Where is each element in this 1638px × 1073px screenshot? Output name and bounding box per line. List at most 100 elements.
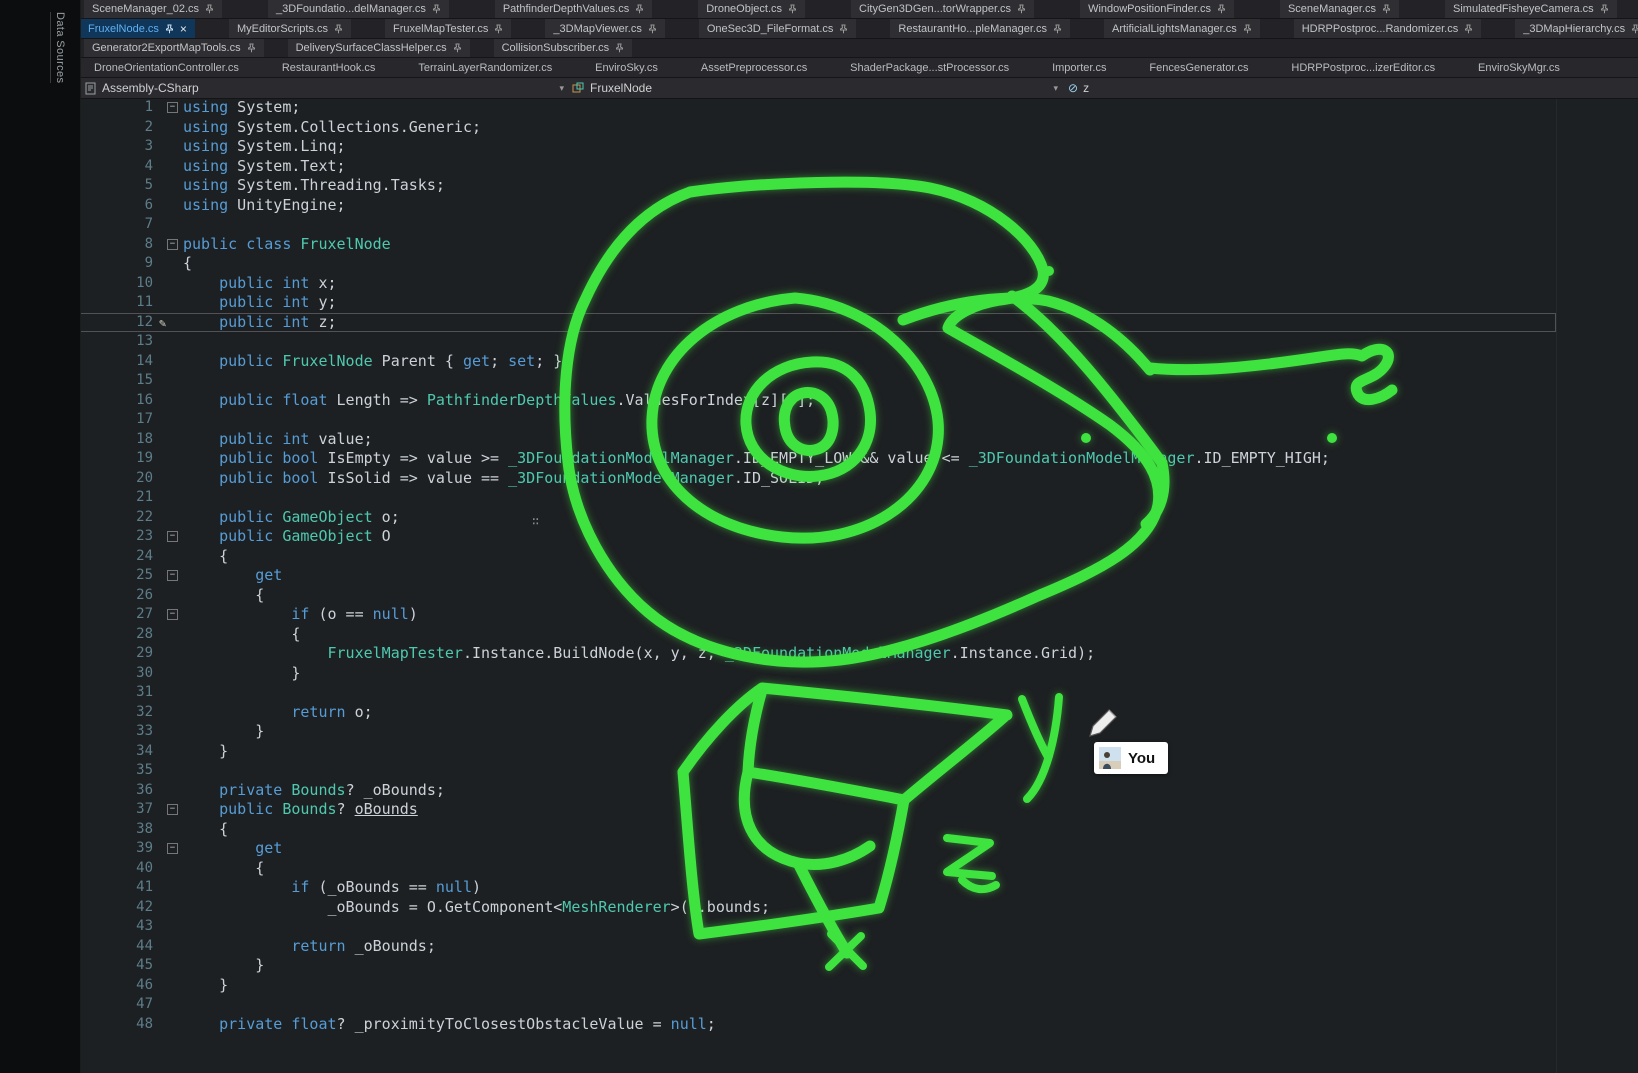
file-tab[interactable]: PathfinderDepthValues.cs [495, 0, 652, 18]
code-line[interactable]: 3using System.Linq; [80, 137, 1556, 157]
fold-collapse-icon[interactable]: − [167, 239, 178, 250]
code-line[interactable]: 29 FruxelMapTester.Instance.BuildNode(x,… [80, 644, 1556, 664]
file-tab-active[interactable]: FruxelNode.cs× [80, 19, 195, 38]
file-tab[interactable]: SimulatedFisheyeCamera.cs [1445, 0, 1617, 18]
code-line[interactable]: 40 { [80, 859, 1556, 879]
file-tab[interactable]: CollisionSubscriber.cs [494, 39, 633, 57]
pin-icon[interactable] [432, 4, 441, 14]
pin-icon[interactable] [247, 43, 256, 53]
pin-icon[interactable] [615, 43, 624, 53]
code-line[interactable]: 8−public class FruxelNode [80, 235, 1556, 255]
pin-icon[interactable] [1217, 4, 1226, 14]
code-line[interactable]: 30 } [80, 664, 1556, 684]
project-dropdown[interactable]: Assembly-CSharp ▾ [80, 81, 572, 95]
file-tab[interactable]: HDRPPostproc...Randomizer.cs [1294, 19, 1482, 38]
pin-icon[interactable] [1243, 24, 1252, 34]
fold-collapse-icon[interactable]: − [167, 609, 178, 620]
file-tab[interactable]: EnviroSkyMgr.cs [1470, 58, 1568, 77]
type-dropdown[interactable]: FruxelNode ▾ [572, 81, 1058, 95]
pin-icon[interactable] [1053, 24, 1062, 34]
file-tab[interactable]: MyEditorScripts.cs [229, 19, 351, 38]
code-line[interactable]: 9{ [80, 254, 1556, 274]
code-line[interactable]: 36 private Bounds? _oBounds; [80, 781, 1556, 801]
file-tab[interactable]: Generator2ExportMapTools.cs [84, 39, 264, 57]
pin-icon[interactable] [1017, 4, 1026, 14]
code-line[interactable]: 4using System.Text; [80, 157, 1556, 177]
file-tab[interactable]: DroneObject.cs [698, 0, 805, 18]
code-line[interactable]: 33 } [80, 722, 1556, 742]
pin-icon[interactable] [165, 24, 174, 34]
code-line[interactable]: 41 if (_oBounds == null) [80, 878, 1556, 898]
code-line[interactable]: 26 { [80, 586, 1556, 606]
pin-icon[interactable] [453, 43, 462, 53]
data-sources-tab[interactable]: Data Sources [50, 12, 66, 83]
file-tab[interactable]: WindowPositionFinder.cs [1080, 0, 1234, 18]
code-line[interactable]: 5using System.Threading.Tasks; [80, 176, 1556, 196]
fold-collapse-icon[interactable]: − [167, 102, 178, 113]
code-line[interactable]: 38 { [80, 820, 1556, 840]
file-tab[interactable]: TerrainLayerRandomizer.cs [410, 58, 560, 77]
pin-icon[interactable] [1464, 24, 1473, 34]
file-tab[interactable]: CityGen3DGen...torWrapper.cs [851, 0, 1034, 18]
code-line[interactable]: 6using UnityEngine; [80, 196, 1556, 216]
code-line[interactable]: 23− public GameObject O [80, 527, 1556, 547]
code-line[interactable]: 12✎ public int z; [80, 313, 1556, 333]
file-tab[interactable]: FruxelMapTester.cs [385, 19, 511, 38]
fold-collapse-icon[interactable]: − [167, 804, 178, 815]
code-line[interactable]: 37− public Bounds? oBounds [80, 800, 1556, 820]
file-tab[interactable]: RestaurantHo...pleManager.cs [890, 19, 1070, 38]
code-line[interactable]: 31 [80, 683, 1556, 703]
file-tab[interactable]: _3DMapViewer.cs [545, 19, 664, 38]
pin-icon[interactable] [839, 24, 848, 34]
code-line[interactable]: 16 public float Length => PathfinderDept… [80, 391, 1556, 411]
fold-collapse-icon[interactable]: − [167, 843, 178, 854]
code-line[interactable]: 1−using System; [80, 98, 1556, 118]
code-line[interactable]: 42 _oBounds = O.GetComponent<MeshRendere… [80, 898, 1556, 918]
pin-icon[interactable] [635, 4, 644, 14]
pin-icon[interactable] [1631, 24, 1638, 34]
code-line[interactable]: 39− get [80, 839, 1556, 859]
file-tab[interactable]: ArtificialLightsManager.cs [1104, 19, 1260, 38]
file-tab[interactable]: Importer.cs [1044, 58, 1114, 77]
file-tab[interactable]: EnviroSky.cs [587, 58, 666, 77]
code-line[interactable]: 22 public GameObject o; [80, 508, 1556, 528]
file-tab[interactable]: _3DMapHierarchy.cs [1515, 19, 1638, 38]
code-line[interactable]: 24 { [80, 547, 1556, 567]
code-line[interactable]: 43 [80, 917, 1556, 937]
file-tab[interactable]: RestaurantHook.cs [274, 58, 384, 77]
code-line[interactable]: 17 [80, 410, 1556, 430]
pin-icon[interactable] [1382, 4, 1391, 14]
pin-icon[interactable] [334, 24, 343, 34]
file-tab[interactable]: DroneOrientationController.cs [86, 58, 247, 77]
code-line[interactable]: 32 return o; [80, 703, 1556, 723]
file-tab[interactable]: SceneManager_02.cs [84, 0, 222, 18]
file-tab[interactable]: AssetPreprocessor.cs [693, 58, 815, 77]
code-line[interactable]: 28 { [80, 625, 1556, 645]
code-line[interactable]: 45 } [80, 956, 1556, 976]
file-tab[interactable]: FencesGenerator.cs [1141, 58, 1256, 77]
file-tab[interactable]: ShaderPackage...stProcessor.cs [842, 58, 1017, 77]
code-line[interactable]: 46 } [80, 976, 1556, 996]
code-line[interactable]: 20 public bool IsSolid => value == _3DFo… [80, 469, 1556, 489]
file-tab[interactable]: HDRPPostproc...izerEditor.cs [1283, 58, 1443, 77]
member-dropdown[interactable]: ⊘ z [1058, 81, 1089, 95]
file-tab[interactable]: SceneManager.cs [1280, 0, 1399, 18]
pin-icon[interactable] [788, 4, 797, 14]
close-icon[interactable]: × [180, 24, 187, 34]
code-line[interactable]: 21 [80, 488, 1556, 508]
code-line[interactable]: 25− get [80, 566, 1556, 586]
code-line[interactable]: 35 [80, 761, 1556, 781]
code-line[interactable]: 14 public FruxelNode Parent { get; set; … [80, 352, 1556, 372]
code-line[interactable]: 34 } [80, 742, 1556, 762]
code-line[interactable]: 15 [80, 371, 1556, 391]
code-line[interactable]: 7 [80, 215, 1556, 235]
file-tab[interactable]: OneSec3D_FileFormat.cs [699, 19, 857, 38]
code-line[interactable]: 10 public int x; [80, 274, 1556, 294]
pin-icon[interactable] [648, 24, 657, 34]
code-line[interactable]: 48 private float? _proximityToClosestObs… [80, 1015, 1556, 1035]
pin-icon[interactable] [1600, 4, 1609, 14]
code-line[interactable]: 11 public int y; [80, 293, 1556, 313]
fold-collapse-icon[interactable]: − [167, 531, 178, 542]
fold-collapse-icon[interactable]: − [167, 570, 178, 581]
code-line[interactable]: 18 public int value; [80, 430, 1556, 450]
